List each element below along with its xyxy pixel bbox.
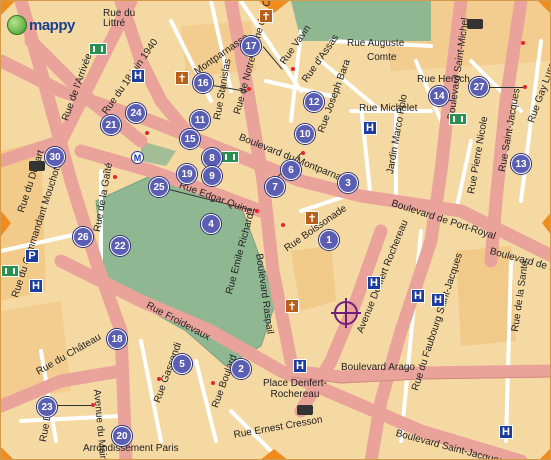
church-icon[interactable]: ✝: [175, 71, 189, 85]
hospital-icon[interactable]: H: [431, 293, 445, 307]
location-pin: [211, 381, 215, 385]
poi-marker-11[interactable]: 11: [190, 110, 210, 130]
street-label: Littré: [103, 18, 126, 29]
hospital-icon[interactable]: H: [29, 279, 43, 293]
poi-marker-30[interactable]: 30: [45, 147, 65, 167]
parking-icon[interactable]: P: [25, 249, 39, 263]
street-label: Boulevard Arago: [341, 362, 415, 373]
location-pin: [301, 151, 305, 155]
train-icon[interactable]: [29, 161, 45, 171]
place-denfert-label: Place Denfert- Rochereau: [263, 378, 327, 400]
hospital-icon[interactable]: H: [131, 69, 145, 83]
location-pin: [145, 131, 149, 135]
poi-marker-21[interactable]: 21: [101, 115, 121, 135]
street-label: Rue Auguste: [347, 38, 405, 49]
train-icon[interactable]: [297, 405, 313, 415]
school-icon[interactable]: [89, 43, 107, 55]
location-pin: [523, 85, 527, 89]
street-label: Comte: [367, 52, 397, 63]
school-icon[interactable]: [221, 151, 239, 163]
location-pin: [281, 223, 285, 227]
poi-marker-22[interactable]: 22: [110, 236, 130, 256]
poi-marker-20[interactable]: 20: [112, 426, 132, 446]
poi-marker-3[interactable]: 3: [338, 173, 358, 193]
location-pin: [247, 87, 251, 91]
poi-marker-25[interactable]: 25: [149, 177, 169, 197]
poi-marker-26[interactable]: 26: [73, 227, 93, 247]
poi-marker-10[interactable]: 10: [295, 124, 315, 144]
place-denfert-line1: Place Denfert-: [263, 378, 327, 389]
church-icon[interactable]: ✝: [259, 9, 273, 23]
poi-marker-23[interactable]: 23: [37, 397, 57, 417]
poi-marker-15[interactable]: 15: [180, 129, 200, 149]
metro-icon[interactable]: M: [131, 151, 144, 164]
hospital-icon[interactable]: H: [293, 359, 307, 373]
hospital-icon[interactable]: H: [363, 121, 377, 135]
mairie-label: Arrondissement Paris: [83, 443, 179, 454]
poi-marker-8[interactable]: 8: [202, 148, 222, 168]
poi-marker-18[interactable]: 18: [107, 329, 127, 349]
poi-marker-16[interactable]: 16: [193, 73, 213, 93]
poi-marker-14[interactable]: 14: [429, 86, 449, 106]
poi-marker-9[interactable]: 9: [202, 166, 222, 186]
poi-marker-1[interactable]: 1: [319, 230, 339, 250]
school-icon[interactable]: [449, 113, 467, 125]
street-label: Rue Michelet: [359, 103, 418, 114]
location-pin: [113, 175, 117, 179]
mappy-globe-icon: [7, 15, 27, 35]
map-view[interactable]: mappy Rue du Littré Rue Auguste Comte Ru…: [0, 0, 551, 460]
location-pin: [91, 403, 95, 407]
poi-marker-17[interactable]: 17: [241, 36, 261, 56]
hospital-icon[interactable]: H: [411, 289, 425, 303]
train-icon[interactable]: [467, 19, 483, 29]
poi-marker-13[interactable]: 13: [511, 154, 531, 174]
place-denfert-line2: Rochereau: [270, 389, 320, 400]
poi-marker-5[interactable]: 5: [172, 354, 192, 374]
church-icon[interactable]: ✝: [285, 299, 299, 313]
location-pin: [521, 41, 525, 45]
location-pin: [255, 209, 259, 213]
school-icon[interactable]: [1, 265, 19, 277]
mappy-logo[interactable]: mappy: [7, 15, 75, 35]
poi-marker-4[interactable]: 4: [201, 214, 221, 234]
park-luxembourg: [291, 1, 431, 41]
poi-marker-7[interactable]: 7: [265, 177, 285, 197]
church-icon[interactable]: ✝: [305, 211, 319, 225]
logo-text: mappy: [29, 16, 75, 34]
marker-leader: [55, 405, 91, 406]
poi-marker-12[interactable]: 12: [304, 92, 324, 112]
location-pin: [291, 67, 295, 71]
poi-marker-27[interactable]: 27: [469, 77, 489, 97]
poi-marker-2[interactable]: 2: [231, 359, 251, 379]
poi-marker-24[interactable]: 24: [126, 103, 146, 123]
poi-marker-19[interactable]: 19: [177, 164, 197, 184]
location-pin: [157, 377, 161, 381]
marker-leader: [489, 87, 525, 88]
hospital-icon[interactable]: H: [367, 276, 381, 290]
poi-marker-6[interactable]: 6: [281, 160, 301, 180]
hospital-icon[interactable]: H: [499, 425, 513, 439]
